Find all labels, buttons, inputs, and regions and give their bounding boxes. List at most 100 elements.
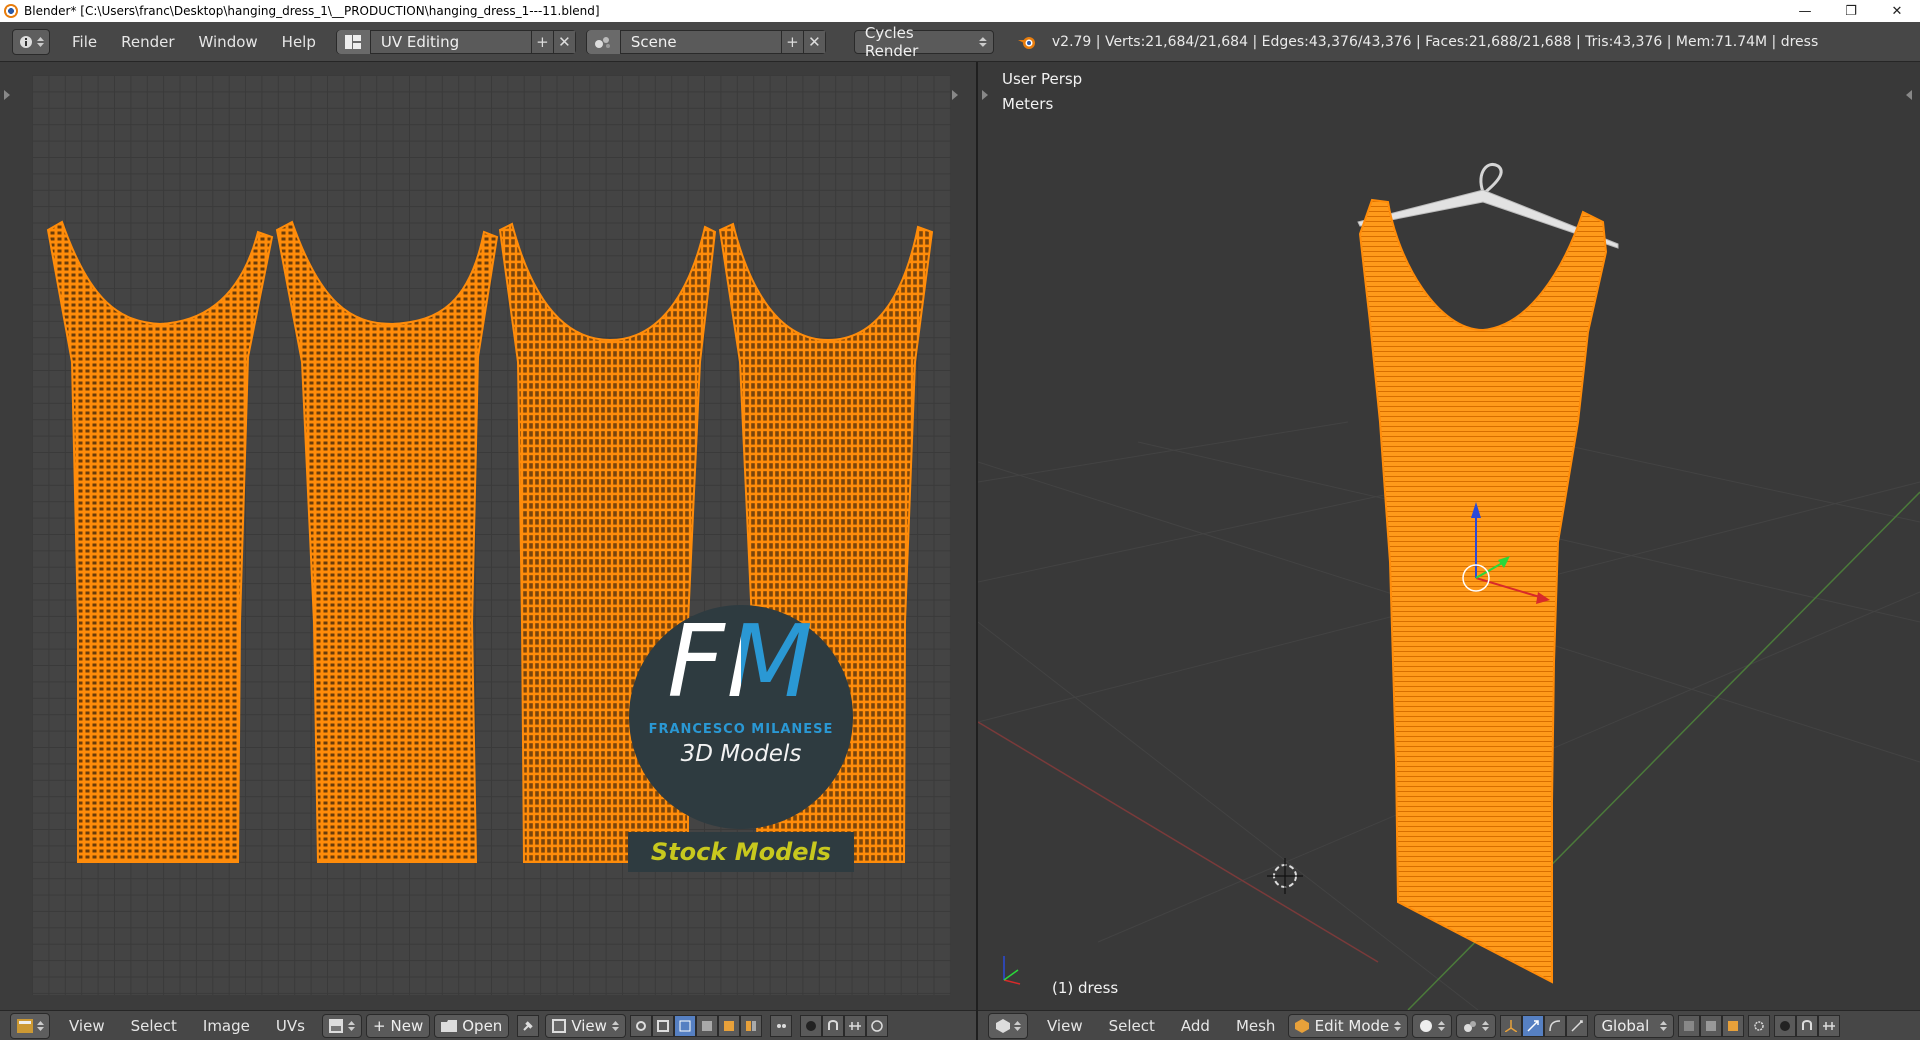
blender-logo-icon [4,4,18,18]
uv-menu-select[interactable]: Select [118,1017,190,1035]
updown-arrow-icon [1482,1020,1490,1031]
image-browse-icon [328,1018,343,1033]
translate-manipulator-icon[interactable] [1522,1014,1545,1037]
toolshelf-toggle-icon[interactable] [982,90,988,100]
layer-button-2-icon[interactable] [1700,1014,1723,1037]
face-select-icon[interactable] [717,1014,740,1037]
uv-menu-image[interactable]: Image [190,1017,263,1035]
menu-help[interactable]: Help [270,33,328,51]
new-image-label: New [390,1016,424,1035]
scale-manipulator-icon[interactable] [1566,1014,1589,1037]
delete-screen-icon[interactable]: ✕ [552,30,575,53]
dress-mesh [1358,198,1608,984]
uv-island-1 [46,220,274,863]
scene-selector[interactable]: Scene + ✕ [585,29,826,54]
solid-shading-icon [1420,1019,1433,1032]
updown-arrow-icon [347,1020,355,1031]
scene-statistics: v2.79 | Verts:21,684/21,684 | Edges:43,3… [1051,33,1819,50]
scene-name[interactable]: Scene [621,33,781,51]
menu-render[interactable]: Render [109,33,186,51]
axis-orientation-widget [1003,956,1021,985]
image-editor-icon [16,1018,33,1033]
restore-button[interactable]: ❐ [1828,0,1874,22]
layer-button-3-icon[interactable] [1722,1014,1745,1037]
menu-window[interactable]: Window [187,33,270,51]
3d-view-icon [995,1018,1010,1033]
uv-image-editor[interactable]: FM FRANCESCO MILANESE 3D Models Stock Mo… [0,62,976,1010]
uv-view-mode-label: View [571,1016,607,1035]
vertex-select-icon[interactable] [673,1014,696,1037]
pin-icon[interactable] [517,1014,540,1037]
screen-layout-selector[interactable]: UV Editing + ✕ [335,29,576,54]
render-engine-selector[interactable]: Cycles Render [853,24,994,60]
rotate-manipulator-icon[interactable] [1544,1014,1567,1037]
units-label: Meters [1002,95,1054,113]
view3d-menu-view[interactable]: View [1034,1017,1096,1035]
pivot-icon[interactable] [629,1014,652,1037]
updown-arrow-icon [1394,1020,1402,1031]
layer-button-1-icon[interactable] [1678,1014,1701,1037]
uv-view-mode-selector[interactable]: View [545,1013,626,1038]
snap-element-icon[interactable] [843,1014,866,1037]
close-button[interactable]: ✕ [1874,0,1920,22]
proportional-edit-icon[interactable] [799,1014,822,1037]
uv-menu-uvs[interactable]: UVs [263,1017,318,1035]
proportional-editing-icon[interactable] [1774,1014,1797,1037]
n-panel-toggle-icon[interactable] [1906,90,1912,100]
watermark-logo: FM [626,602,856,722]
sticky-selection-icon[interactable] [769,1014,792,1037]
transform-orientation-selector[interactable]: Global [1594,1013,1675,1038]
add-screen-icon[interactable]: + [530,30,553,53]
folder-icon [441,1019,458,1032]
limit-selection-icon[interactable] [1748,1014,1771,1037]
view3d-menu-select[interactable]: Select [1096,1017,1168,1035]
uv-island-2 [275,220,499,863]
render-engine-name[interactable]: Cycles Render [855,24,979,60]
new-image-button[interactable]: + New [365,1013,431,1038]
updown-arrow-icon [36,1020,44,1031]
uv-editor-type-selector[interactable] [10,1012,50,1039]
watermark-banner: Stock Models [628,832,854,872]
add-scene-icon[interactable]: + [780,30,803,53]
menu-file[interactable]: File [60,33,109,51]
snap-icon[interactable] [1796,1014,1819,1037]
sync-selection-icon[interactable] [651,1014,674,1037]
window-title-bar: Blender* [C:\Users\franc\Desktop\hanging… [0,0,1920,22]
plus-icon: + [372,1016,386,1035]
snap-toggle-icon[interactable] [821,1014,844,1037]
updown-arrow-icon [611,1020,619,1031]
viewport-shading-selector[interactable] [1412,1013,1453,1038]
updown-arrow-icon [979,36,987,47]
mode-selector[interactable]: Edit Mode [1288,1013,1409,1038]
watermark-tagline: 3D Models [680,741,802,767]
pivot-point-selector[interactable] [1456,1013,1497,1038]
open-image-button[interactable]: Open [434,1013,510,1038]
x-axis-line [978,721,1379,963]
3d-view-header: View Select Add Mesh Edit Mode Global [978,1010,1920,1040]
info-icon [19,35,32,48]
snap-increment-icon[interactable] [1818,1014,1841,1037]
3d-cursor[interactable] [1267,858,1303,894]
uv-menu-view[interactable]: View [56,1017,118,1035]
3d-editor-type-selector[interactable] [988,1012,1028,1039]
active-object-label: (1) dress [1052,979,1119,997]
manipulator-toggle-icon[interactable] [1500,1014,1523,1037]
editor-type-selector[interactable] [12,28,50,55]
edit-mode-icon [1295,1018,1310,1033]
watermark-brand: FRANCESCO MILANESE [648,722,834,737]
screen-layout-name[interactable]: UV Editing [371,33,531,51]
window-controls: — ❐ ✕ [1782,0,1920,22]
edge-select-icon[interactable] [695,1014,718,1037]
image-browse-button[interactable] [321,1013,362,1038]
blender-logo-icon [1017,36,1035,49]
island-select-icon[interactable] [739,1014,762,1037]
scene-icon [586,29,621,54]
open-image-label: Open [462,1016,503,1035]
uv-sculpt-icon[interactable] [865,1014,888,1037]
view3d-menu-mesh[interactable]: Mesh [1223,1017,1289,1035]
minimize-button[interactable]: — [1782,0,1828,22]
updown-arrow-icon [1660,1020,1668,1031]
view3d-menu-add[interactable]: Add [1168,1017,1223,1035]
3d-viewport[interactable]: User Persp Meters (1) dress [978,62,1920,1010]
delete-scene-icon[interactable]: ✕ [802,30,825,53]
